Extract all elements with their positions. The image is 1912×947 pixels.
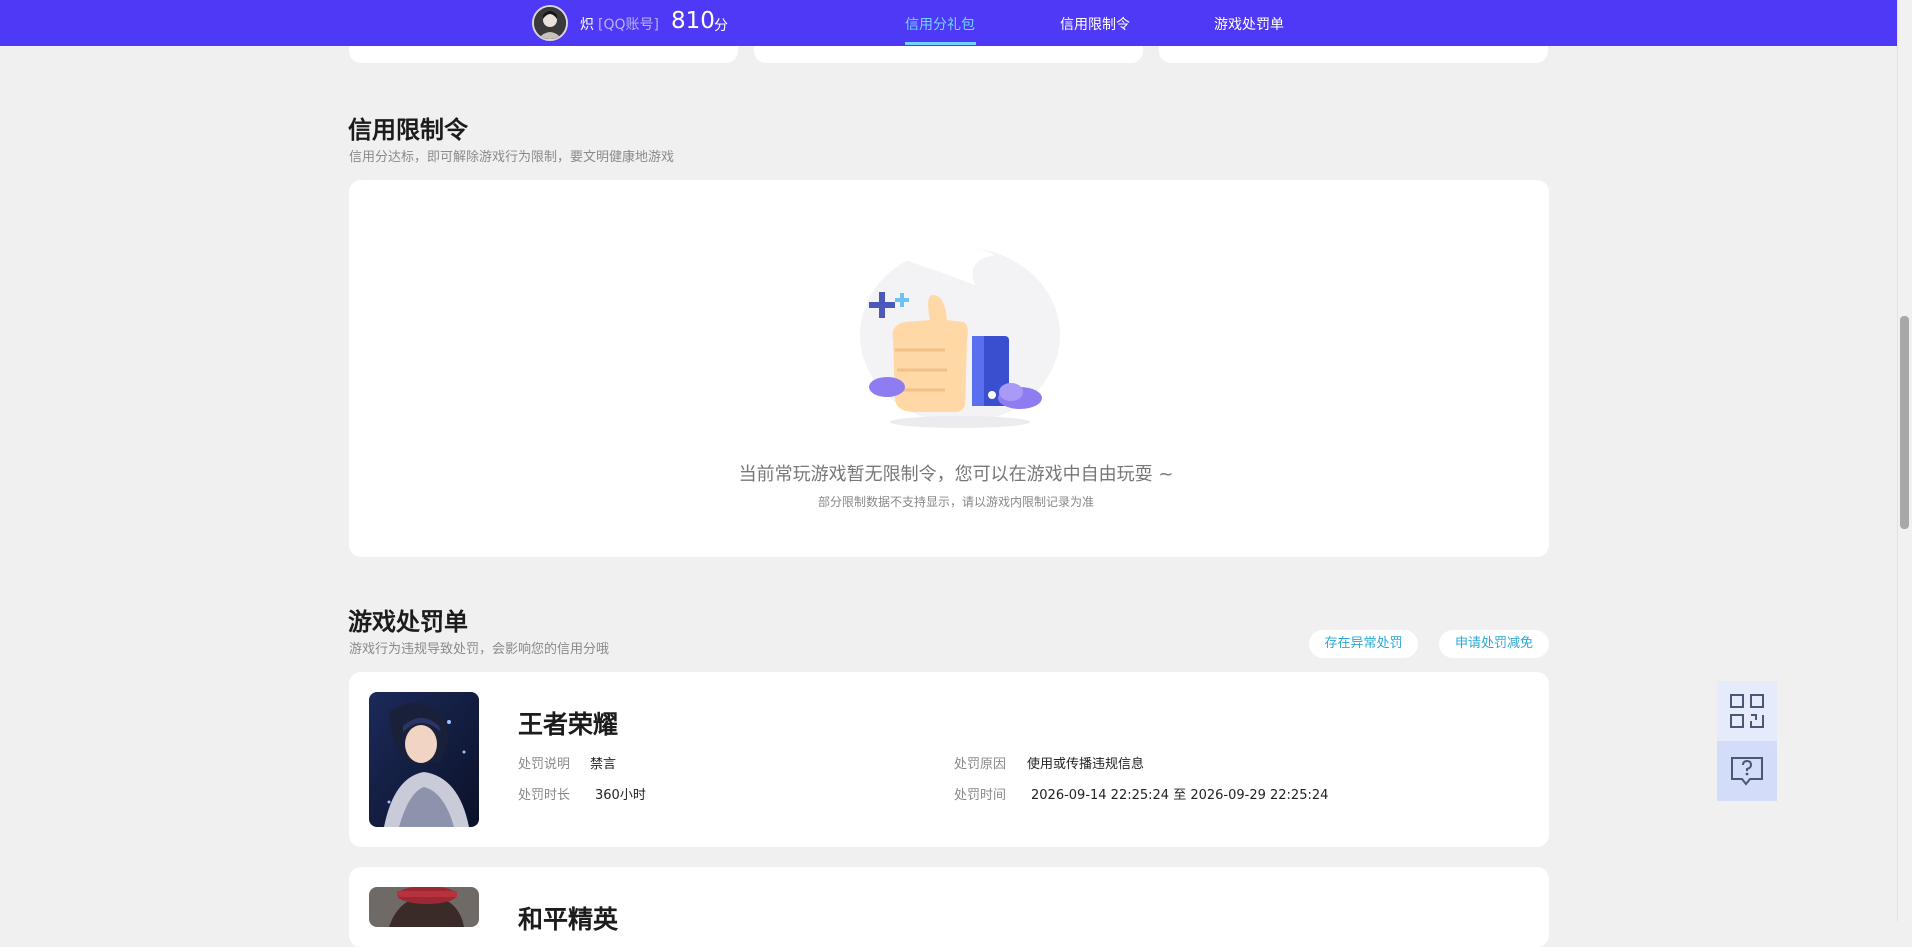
restriction-empty-note: 部分限制数据不支持显示，请以游戏内限制记录为准 [817, 495, 1094, 509]
feedback-question-icon [1731, 757, 1763, 786]
penalty-reason-value: 使用或传播违规信息 [1027, 757, 1145, 772]
thumbs-up-illustration-icon [860, 246, 1060, 428]
restriction-section-subtitle: 信用分达标，即可解除游戏行为限制，要文明健康地游戏 [349, 150, 675, 165]
game-title: 和平精英 [518, 905, 619, 934]
penalty-duration-label: 处罚时长 [518, 788, 571, 803]
qr-code-button[interactable] [1717, 681, 1777, 741]
penalty-section-subtitle: 游戏行为违规导致处罚，会影响您的信用分哦 [349, 642, 610, 657]
game-cover-image [369, 887, 479, 927]
feedback-button[interactable] [1717, 741, 1777, 801]
credit-score-unit: 分 [714, 18, 728, 34]
penalty-reason-label: 处罚原因 [954, 757, 1007, 772]
qr-code-icon [1730, 694, 1764, 728]
penalty-desc-label: 处罚说明 [518, 757, 571, 772]
top-nav-bar: 炽 [QQ账号] 810 分 信用分礼包 信用限制令 游戏处罚单 [0, 0, 1897, 46]
restriction-empty-message: 当前常玩游戏暂无限制令，您可以在游戏中自由玩耍 ~ [738, 464, 1174, 485]
account-type: [QQ账号] [598, 17, 659, 33]
game-cover-image [369, 692, 479, 827]
nav-tab-penalty[interactable]: 游戏处罚单 [1214, 14, 1284, 34]
nav-tab-restriction[interactable]: 信用限制令 [1060, 14, 1130, 34]
scrollbar-thumb[interactable] [1900, 316, 1909, 529]
penalty-reduction-button[interactable]: 申请处罚减免 [1439, 630, 1549, 658]
restriction-section-title: 信用限制令 [348, 116, 468, 144]
penalty-time-value: 2026-09-14 22:25:24 至 2026-09-29 22:25:2… [1031, 788, 1329, 803]
penalty-time-label: 处罚时间 [954, 788, 1007, 803]
penalty-desc-value: 禁言 [590, 757, 617, 772]
penalty-section-title: 游戏处罚单 [348, 608, 468, 636]
nav-active-underline [905, 42, 976, 45]
penalty-duration-value: 360小时 [595, 788, 646, 803]
avatar[interactable] [532, 5, 568, 41]
nav-tab-credit-gift[interactable]: 信用分礼包 [905, 14, 975, 34]
game-title: 王者荣耀 [518, 710, 619, 739]
credit-score: 810 [671, 8, 715, 34]
abnormal-penalty-button[interactable]: 存在异常处罚 [1309, 630, 1418, 658]
user-name: 炽 [580, 17, 594, 33]
